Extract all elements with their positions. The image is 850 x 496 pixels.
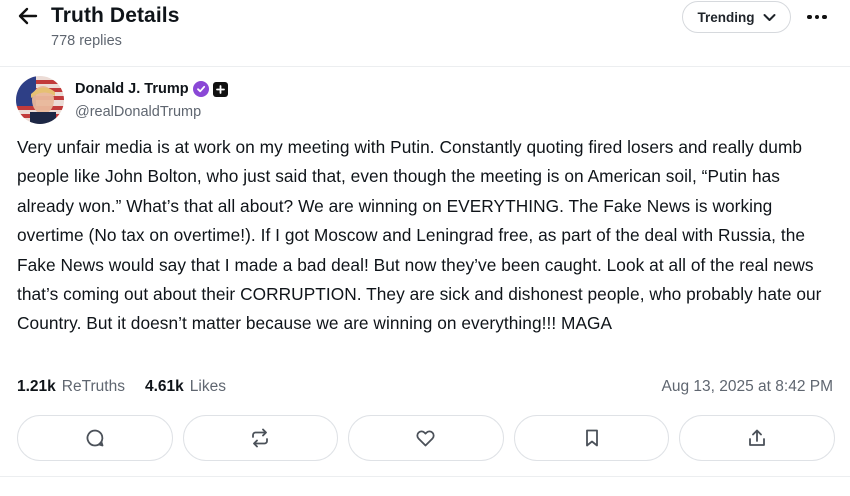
share-button[interactable] bbox=[679, 415, 835, 461]
arrow-left-icon bbox=[18, 7, 38, 25]
action-bar bbox=[17, 415, 835, 461]
bookmark-icon bbox=[585, 429, 598, 447]
like-button[interactable] bbox=[348, 415, 504, 461]
sort-dropdown-label: Trending bbox=[697, 9, 755, 25]
repost-icon bbox=[252, 428, 269, 448]
chevron-down-icon bbox=[763, 13, 775, 21]
back-button[interactable] bbox=[16, 4, 40, 28]
comment-icon bbox=[86, 429, 104, 447]
author-row: Donald J. Trump bbox=[75, 81, 228, 97]
post-text: Very unfair media is at work on my meeti… bbox=[17, 137, 822, 334]
top-bar: Truth Details 778 replies Trending bbox=[0, 0, 850, 64]
divider bbox=[0, 66, 850, 67]
likes-count[interactable]: 4.61k bbox=[145, 378, 184, 396]
engagement-stats: 1.21k ReTruths 4.61k Likes bbox=[17, 378, 226, 396]
more-dot bbox=[822, 14, 827, 20]
author-name[interactable]: Donald J. Trump bbox=[75, 81, 189, 97]
more-dot bbox=[814, 14, 820, 20]
more-options-button[interactable] bbox=[800, 4, 834, 30]
retruth-button[interactable] bbox=[182, 415, 339, 461]
plus-square-icon bbox=[212, 81, 228, 97]
sort-dropdown[interactable]: Trending bbox=[682, 1, 791, 33]
retruths-label[interactable]: ReTruths bbox=[62, 378, 125, 396]
heart-icon bbox=[416, 430, 436, 447]
likes-label[interactable]: Likes bbox=[190, 378, 226, 396]
share-icon bbox=[749, 429, 766, 446]
avatar-image bbox=[16, 76, 64, 124]
more-horizontal-icon bbox=[807, 14, 812, 20]
avatar[interactable] bbox=[16, 76, 64, 124]
reply-count: 778 replies bbox=[51, 33, 122, 49]
bookmark-button[interactable] bbox=[513, 415, 670, 461]
verified-badge-icon bbox=[192, 81, 209, 97]
page-title: Truth Details bbox=[51, 4, 180, 27]
divider bbox=[0, 476, 850, 477]
reply-button[interactable] bbox=[17, 415, 173, 461]
retruths-count[interactable]: 1.21k bbox=[17, 378, 56, 396]
author-handle[interactable]: @realDonaldTrump bbox=[75, 104, 201, 120]
post-timestamp: Aug 13, 2025 at 8:42 PM bbox=[661, 378, 833, 395]
